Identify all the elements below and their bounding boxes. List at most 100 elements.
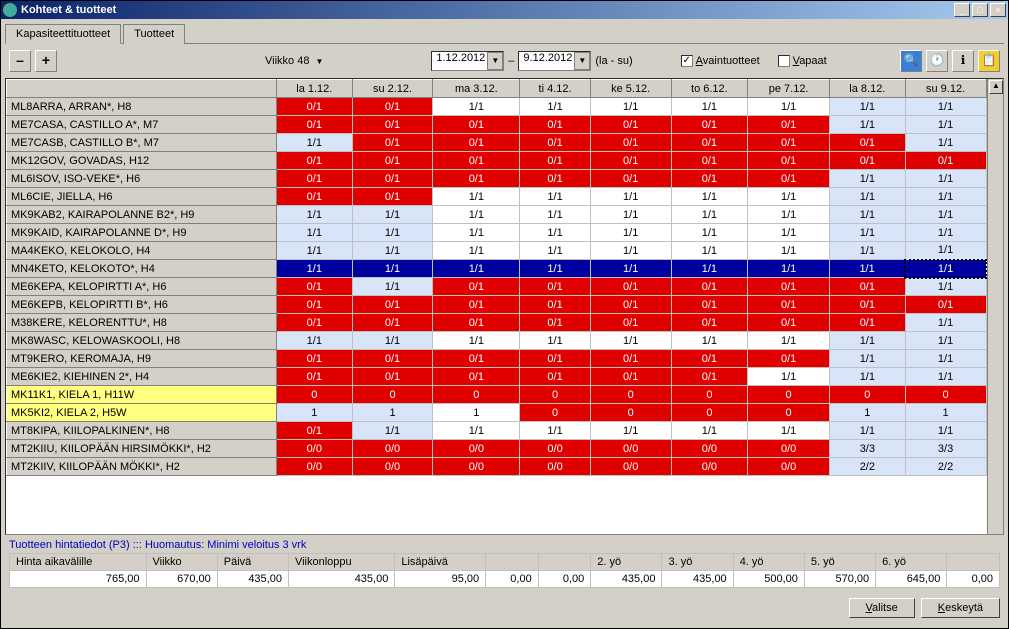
capacity-cell[interactable]: 3/3 <box>905 440 986 458</box>
capacity-cell[interactable]: 1/1 <box>905 314 986 332</box>
collapse-button[interactable]: – <box>9 50 31 72</box>
capacity-cell[interactable]: 0/1 <box>830 296 906 314</box>
capacity-cell[interactable]: 1/1 <box>277 206 353 224</box>
capacity-cell[interactable]: 0/1 <box>520 278 591 296</box>
capacity-cell[interactable]: 0/1 <box>830 152 906 170</box>
scroll-up-icon[interactable]: ▲ <box>989 80 1003 94</box>
name-column-header[interactable] <box>7 80 277 98</box>
close-button[interactable]: × <box>990 3 1006 17</box>
capacity-cell[interactable]: 0/1 <box>433 278 520 296</box>
capacity-cell[interactable]: 0/1 <box>748 314 830 332</box>
capacity-cell[interactable]: 0/0 <box>433 440 520 458</box>
row-name-cell[interactable]: ML6ISOV, ISO-VEKE*, H6 <box>7 170 277 188</box>
capacity-cell[interactable]: 1/1 <box>748 98 830 116</box>
capacity-cell[interactable]: 1/1 <box>277 242 353 260</box>
capacity-cell[interactable]: 1/1 <box>520 422 591 440</box>
clock-icon[interactable]: 🕐 <box>926 50 948 72</box>
capacity-cell[interactable]: 1/1 <box>433 260 520 278</box>
capacity-cell[interactable]: 0 <box>352 386 433 404</box>
capacity-cell[interactable]: 1/1 <box>905 98 986 116</box>
tab-tuotteet[interactable]: Tuotteet <box>123 24 185 44</box>
capacity-cell[interactable]: 0/1 <box>830 278 906 296</box>
date-column-header[interactable]: to 6.12. <box>671 80 748 98</box>
capacity-cell[interactable]: 0/1 <box>520 314 591 332</box>
capacity-cell[interactable]: 1/1 <box>520 260 591 278</box>
date-column-header[interactable]: ti 4.12. <box>520 80 591 98</box>
capacity-cell[interactable]: 0/1 <box>671 278 748 296</box>
row-name-cell[interactable]: MK9KAID, KAIRAPOLANNE D*, H9 <box>7 224 277 242</box>
capacity-cell[interactable]: 1/1 <box>590 332 671 350</box>
capacity-cell[interactable]: 0/1 <box>433 170 520 188</box>
capacity-cell[interactable]: 0/1 <box>590 170 671 188</box>
capacity-cell[interactable]: 0 <box>277 386 353 404</box>
avaintuotteet-checkbox[interactable]: ✓Avaintuotteet <box>681 55 760 67</box>
capacity-cell[interactable]: 0/1 <box>590 152 671 170</box>
capacity-cell[interactable]: 1 <box>352 404 433 422</box>
capacity-cell[interactable]: 1/1 <box>671 188 748 206</box>
capacity-cell[interactable]: 0/1 <box>277 98 353 116</box>
capacity-cell[interactable]: 1/1 <box>433 206 520 224</box>
capacity-cell[interactable]: 1/1 <box>748 206 830 224</box>
properties-icon[interactable]: 📋 <box>978 50 1000 72</box>
row-name-cell[interactable]: MT2KIIU, KIILOPÄÄN HIRSIMÖKKI*, H2 <box>7 440 277 458</box>
capacity-cell[interactable]: 1/1 <box>671 260 748 278</box>
capacity-cell[interactable]: 1/1 <box>590 260 671 278</box>
capacity-cell[interactable]: 1/1 <box>590 242 671 260</box>
capacity-cell[interactable]: 0/1 <box>671 116 748 134</box>
capacity-cell[interactable]: 1/1 <box>905 170 986 188</box>
capacity-cell[interactable]: 0/1 <box>520 116 591 134</box>
capacity-cell[interactable]: 0/1 <box>590 314 671 332</box>
capacity-cell[interactable]: 0/1 <box>905 296 986 314</box>
capacity-cell[interactable]: 1/1 <box>830 422 906 440</box>
capacity-cell[interactable]: 1/1 <box>352 332 433 350</box>
capacity-cell[interactable]: 1/1 <box>277 332 353 350</box>
capacity-cell[interactable]: 1/1 <box>520 224 591 242</box>
capacity-cell[interactable]: 1/1 <box>830 116 906 134</box>
capacity-cell[interactable]: 0/1 <box>433 152 520 170</box>
capacity-cell[interactable]: 1/1 <box>433 422 520 440</box>
capacity-cell[interactable]: 0/1 <box>520 296 591 314</box>
date-from-dropdown-icon[interactable]: ▼ <box>487 52 503 70</box>
capacity-cell[interactable]: 1/1 <box>830 368 906 386</box>
capacity-cell[interactable]: 0/1 <box>277 188 353 206</box>
capacity-cell[interactable]: 1/1 <box>277 260 353 278</box>
capacity-cell[interactable]: 0/1 <box>352 188 433 206</box>
capacity-cell[interactable]: 0/1 <box>277 422 353 440</box>
row-name-cell[interactable]: MK8WASC, KELOWASKOOLI, H8 <box>7 332 277 350</box>
capacity-cell[interactable]: 0/1 <box>671 152 748 170</box>
row-name-cell[interactable]: MT9KERO, KEROMAJA, H9 <box>7 350 277 368</box>
capacity-cell[interactable]: 1/1 <box>671 224 748 242</box>
capacity-cell[interactable]: 0/1 <box>830 134 906 152</box>
capacity-cell[interactable]: 0/1 <box>590 278 671 296</box>
capacity-cell[interactable]: 1/1 <box>590 224 671 242</box>
capacity-cell[interactable]: 0/1 <box>277 368 353 386</box>
capacity-cell[interactable]: 2/2 <box>905 458 986 476</box>
capacity-cell[interactable]: 0/1 <box>671 170 748 188</box>
minimize-button[interactable]: _ <box>954 3 970 17</box>
date-column-header[interactable]: su 2.12. <box>352 80 433 98</box>
keskeyta-button[interactable]: Keskeytä <box>921 598 1000 618</box>
capacity-cell[interactable]: 1/1 <box>590 98 671 116</box>
capacity-cell[interactable]: 0/1 <box>590 350 671 368</box>
capacity-cell[interactable]: 1/1 <box>905 206 986 224</box>
capacity-cell[interactable]: 1/1 <box>352 206 433 224</box>
capacity-cell[interactable]: 0/1 <box>520 152 591 170</box>
capacity-cell[interactable]: 1/1 <box>352 242 433 260</box>
capacity-cell[interactable]: 1/1 <box>905 224 986 242</box>
capacity-cell[interactable]: 1/1 <box>905 134 986 152</box>
capacity-cell[interactable]: 1 <box>433 404 520 422</box>
capacity-cell[interactable]: 1 <box>277 404 353 422</box>
capacity-cell[interactable]: 0 <box>905 386 986 404</box>
capacity-cell[interactable]: 0/1 <box>590 134 671 152</box>
capacity-cell[interactable]: 1/1 <box>830 332 906 350</box>
capacity-cell[interactable]: 1/1 <box>830 242 906 260</box>
capacity-cell[interactable]: 0 <box>590 404 671 422</box>
capacity-cell[interactable]: 1/1 <box>433 332 520 350</box>
expand-button[interactable]: + <box>35 50 57 72</box>
date-from-input[interactable]: 1.12.2012 ▼ <box>431 51 504 71</box>
capacity-cell[interactable]: 1/1 <box>277 224 353 242</box>
capacity-cell[interactable]: 1 <box>905 404 986 422</box>
capacity-cell[interactable]: 0/1 <box>520 368 591 386</box>
capacity-cell[interactable]: 0/1 <box>352 152 433 170</box>
row-name-cell[interactable]: ME6KIE2, KIEHINEN 2*, H4 <box>7 368 277 386</box>
